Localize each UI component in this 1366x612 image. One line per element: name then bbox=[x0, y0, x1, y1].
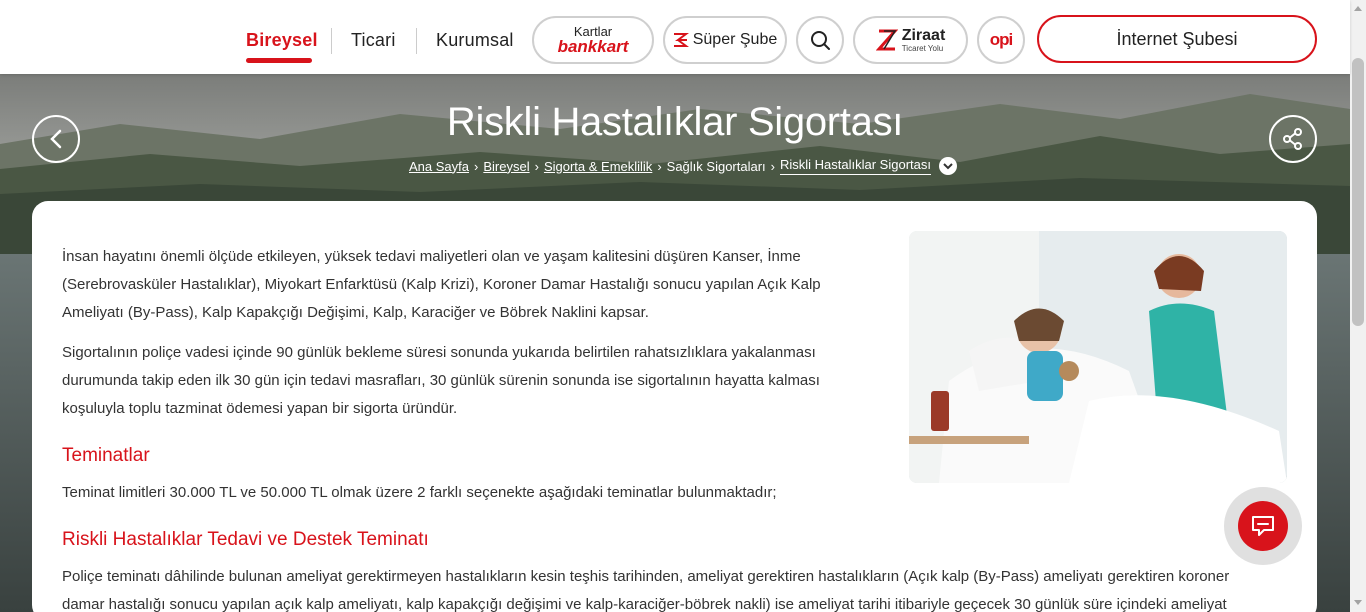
opi-button[interactable]: opi bbox=[977, 16, 1025, 64]
breadcrumb-ana-sayfa[interactable]: Ana Sayfa bbox=[409, 159, 469, 174]
super-sube-label: Süper Şube bbox=[692, 31, 778, 48]
page-scrollbar[interactable] bbox=[1350, 0, 1366, 612]
scroll-down-arrow-icon[interactable] bbox=[1354, 600, 1362, 605]
breadcrumb-sigorta-emeklilik[interactable]: Sigorta & Emeklilik bbox=[544, 159, 652, 174]
super-sube-icon bbox=[673, 33, 689, 47]
kartlar-bankkart-button[interactable]: Kartlar bankkart bbox=[532, 16, 654, 64]
nav-divider bbox=[331, 28, 332, 54]
super-sube-button[interactable]: Süper Şube bbox=[663, 16, 787, 64]
nav-kurumsal[interactable]: Kurumsal bbox=[436, 30, 514, 51]
tedavi-paragraph: Poliçe teminatı dâhilinde bulunan ameliy… bbox=[62, 568, 1230, 612]
ziraat-logo-icon bbox=[875, 29, 898, 51]
chat-widget[interactable] bbox=[1224, 487, 1302, 565]
search-button[interactable] bbox=[796, 16, 844, 64]
ziraat-label: Ziraat bbox=[901, 26, 946, 44]
content-card: İnsan hayatını önemli ölçüde etkileyen, … bbox=[32, 201, 1317, 612]
hospital-scene-image bbox=[909, 231, 1287, 483]
internet-subesi-button[interactable]: İnternet Şubesi bbox=[1037, 15, 1317, 63]
chevron-right-icon: › bbox=[474, 158, 479, 174]
breadcrumb-current: Riskli Hastalıklar Sigortası bbox=[780, 157, 931, 175]
nav-ticari[interactable]: Ticari bbox=[351, 30, 396, 51]
breadcrumb-saglik-sigortalari: Sağlık Sigortaları bbox=[666, 158, 766, 174]
ziraat-ticaret-yolu-button[interactable]: Ziraat Ticaret Yolu bbox=[853, 16, 968, 64]
page-title: Riskli Hastalıklar Sigortası bbox=[446, 100, 904, 144]
teminat-paragraph: Teminat limitleri 30.000 TL ve 50.000 TL… bbox=[62, 484, 777, 501]
nurse-child-photo bbox=[909, 231, 1287, 483]
chat-bubble-icon bbox=[1252, 516, 1274, 536]
nav-active-underline bbox=[246, 58, 312, 63]
opi-logo: opi bbox=[989, 30, 1013, 49]
chevron-right-icon: › bbox=[534, 158, 539, 174]
scrollbar-thumb[interactable] bbox=[1352, 58, 1364, 326]
search-icon bbox=[811, 31, 830, 50]
chat-button[interactable] bbox=[1238, 501, 1288, 551]
breadcrumb-bireysel[interactable]: Bireysel bbox=[483, 159, 529, 174]
nav-divider bbox=[416, 28, 417, 54]
intro-paragraph-2: Sigortalının poliçe vadesi içinde 90 gün… bbox=[62, 344, 820, 417]
scroll-up-arrow-icon[interactable] bbox=[1354, 6, 1362, 11]
heading-teminatlar: Teminatlar bbox=[62, 445, 150, 466]
chevron-down-icon bbox=[943, 162, 953, 169]
chevron-right-icon: › bbox=[770, 158, 775, 174]
site-header: Bireysel Ticari Kurumsal Kartlar bankkar… bbox=[0, 0, 1350, 74]
breadcrumb: Ana Sayfa › Bireysel › Sigorta & Emeklil… bbox=[409, 157, 957, 175]
breadcrumb-dropdown-button[interactable] bbox=[939, 157, 957, 175]
heading-tedavi-destek: Riskli Hastalıklar Tedavi ve Destek Temi… bbox=[62, 529, 429, 550]
chevron-right-icon: › bbox=[657, 158, 662, 174]
ticaret-yolu-label: Ticaret Yolu bbox=[901, 43, 944, 53]
nav-bireysel[interactable]: Bireysel bbox=[246, 30, 318, 51]
intro-paragraph-1: İnsan hayatını önemli ölçüde etkileyen, … bbox=[62, 248, 821, 321]
bankkart-logo: bankkart bbox=[557, 37, 629, 56]
